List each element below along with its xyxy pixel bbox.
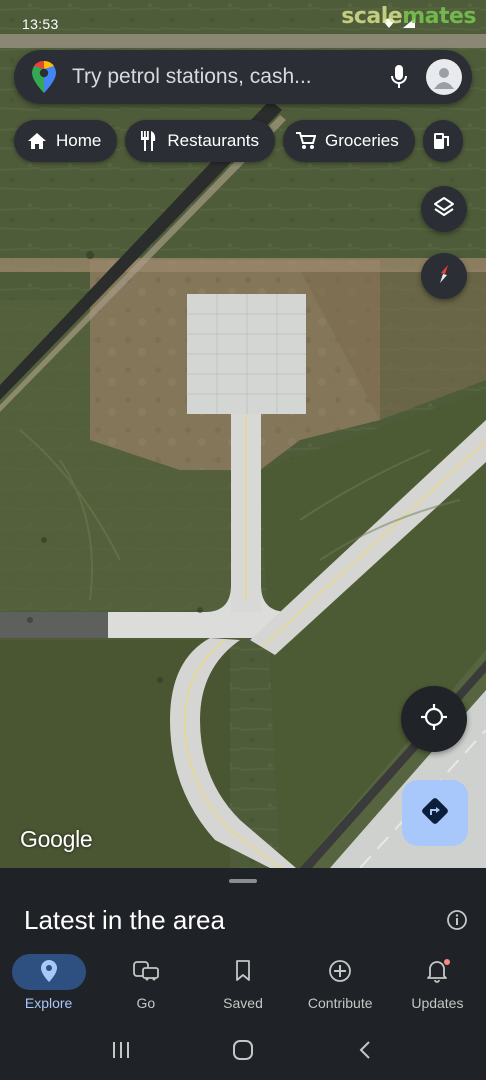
- chip-restaurants[interactable]: Restaurants: [125, 120, 276, 162]
- my-location-button[interactable]: [401, 686, 467, 752]
- chip-label: Home: [56, 131, 102, 150]
- status-time: 13:53: [22, 16, 59, 32]
- restaurant-icon: [137, 130, 159, 152]
- back-button[interactable]: [345, 1030, 385, 1070]
- petrol-icon: [433, 130, 451, 152]
- google-attribution: Google: [20, 826, 93, 852]
- nav-go[interactable]: Go: [97, 948, 194, 1020]
- cart-icon: [295, 130, 317, 152]
- chip-home[interactable]: Home: [14, 120, 118, 162]
- compass-button[interactable]: [421, 253, 467, 299]
- nav-contribute[interactable]: Contribute: [292, 948, 389, 1020]
- home-button[interactable]: [223, 1030, 263, 1070]
- nav-icon-pill: [109, 954, 183, 990]
- chip-label: Restaurants: [167, 131, 260, 150]
- system-navigation: [0, 1020, 486, 1080]
- home-circle-icon: [233, 1040, 253, 1060]
- chip-label: Groceries: [325, 131, 399, 150]
- nav-label: Go: [136, 995, 156, 1011]
- account-avatar[interactable]: [426, 59, 462, 95]
- nav-label: Contribute: [307, 995, 373, 1011]
- recent-apps-button[interactable]: [101, 1030, 141, 1070]
- nav-updates[interactable]: Updates: [389, 948, 486, 1020]
- sheet-drag-handle[interactable]: [229, 879, 257, 883]
- bottom-sheet[interactable]: Latest in the area: [0, 868, 486, 948]
- crosshair-icon: [420, 703, 448, 736]
- microphone-icon[interactable]: [384, 62, 414, 92]
- bottom-navigation: Explore Go Saved Contribute Updates: [0, 948, 486, 1020]
- maps-pin-icon: [32, 61, 58, 93]
- nav-icon-pill: [206, 954, 280, 990]
- commute-icon: [132, 960, 159, 985]
- nav-label: Updates: [411, 995, 464, 1011]
- info-icon[interactable]: [446, 909, 468, 931]
- sheet-title: Latest in the area: [24, 905, 225, 935]
- recents-icon: [113, 1042, 129, 1058]
- nav-saved[interactable]: Saved: [194, 948, 291, 1020]
- search-input[interactable]: Try petrol stations, cash...: [72, 65, 384, 89]
- nav-icon-pill: [11, 954, 86, 990]
- chip-groceries[interactable]: Groceries: [283, 120, 415, 162]
- directions-button[interactable]: [402, 780, 468, 846]
- bookmark-icon: [235, 959, 251, 985]
- explore-pin-icon: [40, 959, 58, 985]
- layers-button[interactable]: [421, 186, 467, 232]
- nav-icon-pill: [303, 954, 377, 990]
- chip-petrol[interactable]: [422, 120, 463, 162]
- add-circle-icon: [328, 959, 352, 986]
- category-chips: Home Restaurants Groceries: [14, 120, 463, 162]
- layers-icon: [433, 196, 455, 223]
- watermark-logo: scalemates: [341, 4, 476, 29]
- nav-icon-pill: [400, 954, 474, 990]
- notification-badge: [444, 959, 451, 965]
- nav-label: Saved: [223, 995, 263, 1011]
- back-chevron-icon: [359, 1041, 370, 1059]
- compass-icon: [432, 262, 456, 291]
- home-icon: [26, 130, 48, 152]
- search-bar[interactable]: Try petrol stations, cash...: [14, 50, 472, 104]
- nav-explore[interactable]: Explore: [0, 948, 97, 1020]
- nav-label: Explore: [24, 995, 73, 1011]
- directions-icon: [421, 797, 449, 830]
